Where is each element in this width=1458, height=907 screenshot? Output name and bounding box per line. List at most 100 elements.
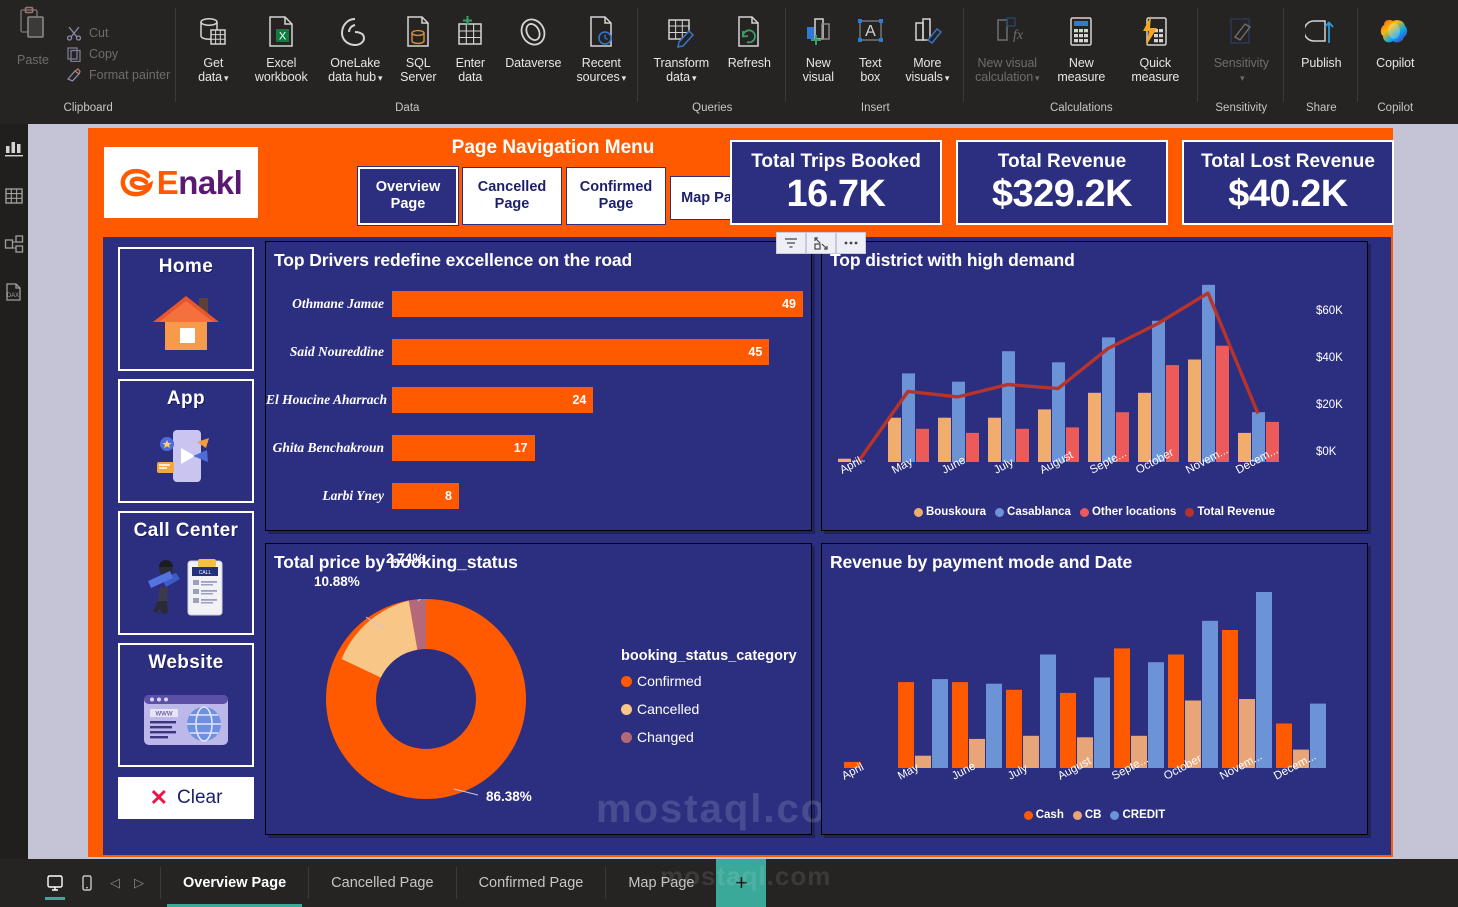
y-tick: $40K	[1316, 352, 1343, 364]
chevron-down-icon[interactable]: ▾	[1240, 73, 1245, 83]
enter-data-button[interactable]: Enter data	[444, 4, 496, 84]
legend-item[interactable]: Changed	[621, 729, 797, 745]
dataverse-button[interactable]: Dataverse	[496, 4, 570, 70]
report-sidebar: Home App Call Center CALL Website WWW ✕ …	[111, 245, 257, 849]
text-box-button[interactable]: A Text box	[844, 4, 896, 84]
bar-chart-body: Othmane Jamae 49 Said Noureddine 45 El H…	[266, 280, 803, 520]
tab-map-page[interactable]: Map Page	[606, 859, 716, 907]
sidebar-card-title: Website	[148, 652, 224, 673]
bar-row[interactable]: Othmane Jamae 49	[266, 280, 803, 328]
sidebar-card-app[interactable]: App	[118, 379, 254, 503]
legend-item[interactable]: Confirmed	[621, 673, 797, 689]
cut-button[interactable]: Cut	[66, 25, 170, 41]
new-visual-calculation-button[interactable]: fx New visual calculation ▾	[970, 4, 1044, 85]
nav-button-overview-page[interactable]: Overview Page	[357, 166, 459, 226]
slice-label-changed: 2.74%	[386, 551, 425, 566]
sidebar-card-home[interactable]: Home	[118, 247, 254, 371]
kpi-total-revenue[interactable]: Total Revenue $329.2K	[956, 140, 1168, 225]
legend-item[interactable]: CB	[1072, 809, 1101, 821]
visual-total-price-by-booking-status[interactable]: Total price by booking_status 10.88% 2.7…	[265, 543, 863, 835]
visual-top-district[interactable]: Top district with high demand $60K $40K …	[821, 241, 1368, 531]
bar-row[interactable]: Larbi Yney 8	[266, 472, 803, 520]
data-group-label: Data	[395, 102, 420, 114]
quick-measure-button[interactable]: Quick measure	[1118, 4, 1192, 84]
legend-item[interactable]: Cancelled	[621, 701, 797, 717]
tab-confirmed-page[interactable]: Confirmed Page	[457, 859, 606, 907]
mobile-layout-icon[interactable]	[72, 863, 102, 903]
bar-value-label: 8	[392, 483, 459, 509]
kpi-total-lost-revenue[interactable]: Total Lost Revenue $40.2K	[1182, 140, 1394, 225]
publish-button[interactable]: Publish	[1290, 4, 1352, 70]
desktop-layout-icon[interactable]	[40, 863, 70, 903]
copy-button[interactable]: Copy	[66, 46, 170, 62]
chevron-down-icon[interactable]: ▾	[1035, 73, 1040, 83]
bar-value-label: 24	[392, 387, 594, 413]
chevron-down-icon[interactable]: ▾	[692, 73, 697, 83]
onelake-data-hub-button[interactable]: OneLake data hub ▾	[318, 4, 392, 85]
refresh-button[interactable]: Refresh	[718, 4, 780, 70]
text-box-label-l1: Text	[859, 56, 882, 70]
format-painter-button[interactable]: Format painter	[66, 67, 170, 83]
legend-item[interactable]: CREDIT	[1110, 809, 1165, 821]
copilot-label: Copilot	[1376, 56, 1415, 70]
bar-row[interactable]: El Houcine Aharrach 24	[266, 376, 803, 424]
legend-item[interactable]: Bouskoura	[913, 506, 986, 518]
chevron-down-icon[interactable]: ▾	[378, 73, 383, 83]
model-view-icon[interactable]	[2, 232, 26, 256]
ribbon-group-share: Publish Share	[1284, 0, 1359, 124]
sql-label-l1: SQL	[405, 56, 431, 70]
get-data-button[interactable]: Get data ▾	[182, 4, 244, 85]
focus-mode-icon[interactable]	[806, 232, 836, 254]
legend-item[interactable]: Total Revenue	[1185, 506, 1275, 518]
bar-row[interactable]: Ghita Benchakroun 17	[266, 424, 803, 472]
report-view-icon[interactable]	[2, 136, 26, 160]
clear-filters-button[interactable]: ✕ Clear	[118, 777, 254, 819]
sensitivity-label: Sensitivity	[1213, 56, 1269, 70]
tab-overview-page[interactable]: Overview Page	[161, 859, 308, 907]
sidebar-card-website[interactable]: Website WWW	[118, 643, 254, 767]
new-measure-button[interactable]: New measure	[1044, 4, 1118, 84]
visual-top-drivers[interactable]: Top Drivers redefine excellence on the r…	[265, 241, 812, 531]
paste-button[interactable]: Paste	[6, 6, 60, 102]
chevron-down-icon[interactable]: ▾	[224, 73, 229, 83]
more-visuals-button[interactable]: More visuals ▾	[896, 4, 958, 85]
sensitivity-button[interactable]: Sensitivity ▾	[1204, 4, 1278, 85]
legend-swatch	[1023, 810, 1033, 820]
excel-workbook-button[interactable]: X Excel workbook	[244, 4, 318, 84]
prev-page-button[interactable]: ◁	[104, 875, 126, 891]
filter-icon[interactable]	[776, 232, 806, 254]
legend-item[interactable]: Cash	[1023, 809, 1064, 821]
new-visual-button[interactable]: New visual	[792, 4, 844, 84]
more-options-icon[interactable]	[836, 232, 866, 254]
ribbon-group-queries: Transform data ▾ Refresh Queries	[638, 0, 787, 124]
nav-button-cancelled-page[interactable]: Cancelled Page	[462, 167, 562, 225]
scissors-icon	[66, 26, 82, 41]
kpi-total-trips-booked[interactable]: Total Trips Booked 16.7K	[730, 140, 942, 225]
transform-data-button[interactable]: Transform data ▾	[644, 4, 718, 85]
page-navigation-title: Page Navigation Menu	[451, 137, 655, 158]
tab-cancelled-page[interactable]: Cancelled Page	[309, 859, 455, 907]
enakl-swoosh-icon	[120, 168, 153, 196]
view-switch-rail: DAX	[0, 124, 28, 869]
chevron-down-icon[interactable]: ▾	[622, 73, 627, 83]
more-visuals-label-l1: More	[913, 56, 942, 70]
legend-item[interactable]: Other locations	[1079, 506, 1176, 518]
close-icon: ✕	[149, 785, 169, 810]
table-view-icon[interactable]	[2, 184, 26, 208]
bar-value-label: 49	[392, 291, 803, 317]
sidebar-card-call-center[interactable]: Call Center CALL	[118, 511, 254, 635]
chevron-down-icon[interactable]: ▾	[945, 73, 950, 83]
refresh-label: Refresh	[727, 56, 771, 70]
kpi-value: $329.2K	[991, 172, 1133, 215]
nav-button-confirmed-page[interactable]: Confirmed Page	[566, 167, 666, 225]
transform-label-l1: Transform	[653, 56, 710, 70]
sql-server-button[interactable]: SQL Server	[392, 4, 444, 84]
recent-sources-button[interactable]: Recent sources ▾	[570, 4, 632, 85]
dax-query-view-icon[interactable]: DAX	[2, 280, 26, 304]
new-visual-label-l2: visual	[802, 70, 834, 84]
bar-row[interactable]: Said Noureddine 45	[266, 328, 803, 376]
copilot-button[interactable]: Copilot	[1364, 4, 1426, 70]
legend-item[interactable]: Casablanca	[995, 506, 1071, 518]
next-page-button[interactable]: ▷	[128, 875, 150, 891]
visual-revenue-by-payment-mode[interactable]: Revenue by payment mode and Date April M…	[821, 543, 1368, 835]
